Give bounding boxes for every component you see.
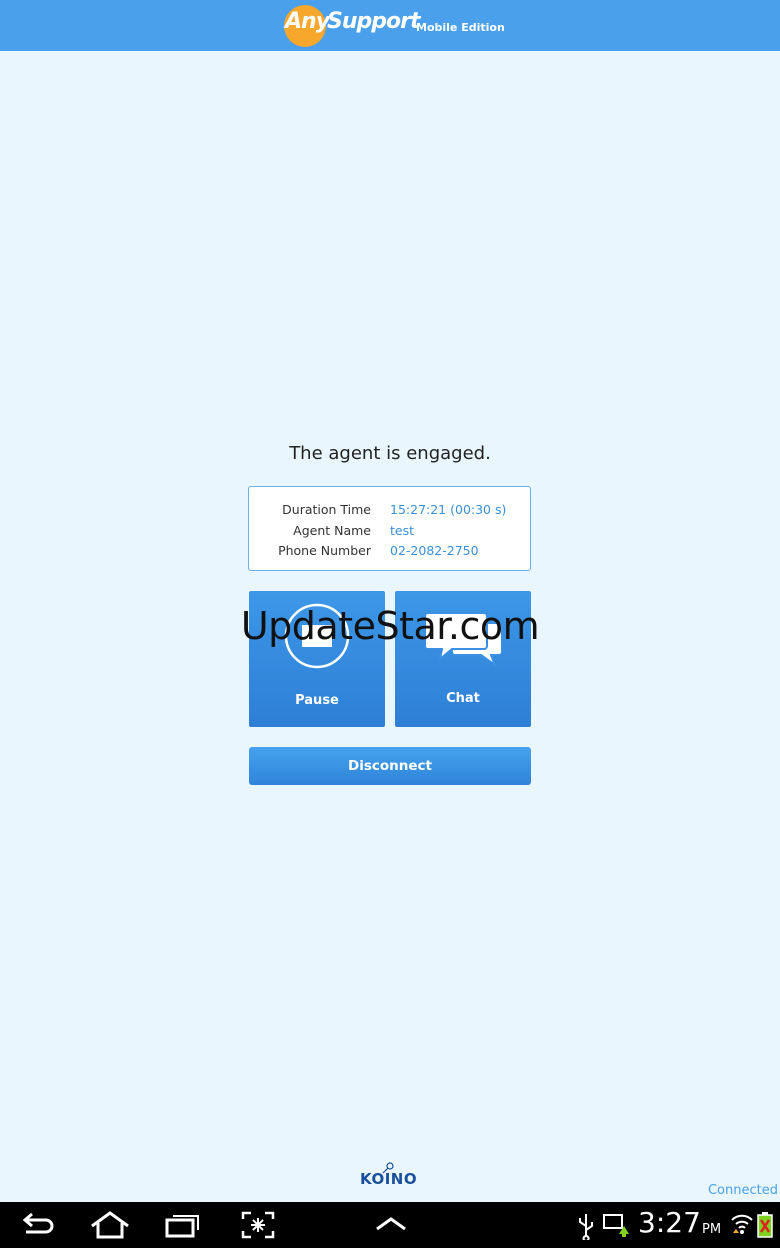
logo-edition-text: Mobile Edition bbox=[416, 21, 505, 34]
duration-value: 15:27:21 (00:30 s) bbox=[390, 502, 507, 517]
pause-label: Pause bbox=[295, 693, 339, 708]
info-row-duration: Duration Time 15:27:21 (00:30 s) bbox=[249, 502, 530, 522]
koino-logo: KOINO bbox=[360, 1170, 418, 1188]
session-info-box: Duration Time 15:27:21 (00:30 s) Agent N… bbox=[248, 486, 531, 571]
phone-number-value: 02-2082-2750 bbox=[390, 543, 479, 558]
clock-ampm: PM bbox=[702, 1222, 722, 1237]
screen-mirror-icon bbox=[603, 1214, 629, 1237]
home-icon[interactable] bbox=[88, 1210, 132, 1240]
screenshot-icon[interactable] bbox=[240, 1210, 276, 1240]
info-row-agent: Agent Name test bbox=[249, 523, 530, 543]
back-icon[interactable] bbox=[20, 1210, 56, 1240]
logo-any-text: Any bbox=[285, 9, 330, 34]
duration-label: Duration Time bbox=[282, 502, 371, 517]
info-row-phone: Phone Number 02-2082-2750 bbox=[249, 543, 530, 563]
disconnect-button[interactable]: Disconnect bbox=[249, 747, 531, 785]
agent-name-label: Agent Name bbox=[293, 523, 371, 538]
agent-name-value: test bbox=[390, 523, 415, 538]
status-message: The agent is engaged. bbox=[289, 443, 491, 464]
phone-number-label: Phone Number bbox=[278, 543, 371, 558]
usb-icon bbox=[579, 1214, 593, 1240]
connection-status: Connected bbox=[707, 1183, 778, 1198]
app-header: Any Support Mobile Edition bbox=[0, 0, 780, 51]
clock-time: 3:27 bbox=[638, 1206, 701, 1239]
battery-icon bbox=[757, 1212, 773, 1238]
up-chevron-icon[interactable] bbox=[374, 1214, 408, 1234]
wifi-icon bbox=[731, 1214, 753, 1234]
chat-label: Chat bbox=[446, 691, 480, 706]
logo-support-text: Support bbox=[327, 9, 420, 34]
recent-apps-icon[interactable] bbox=[164, 1210, 202, 1240]
watermark-text: UpdateStar.com bbox=[240, 604, 540, 648]
